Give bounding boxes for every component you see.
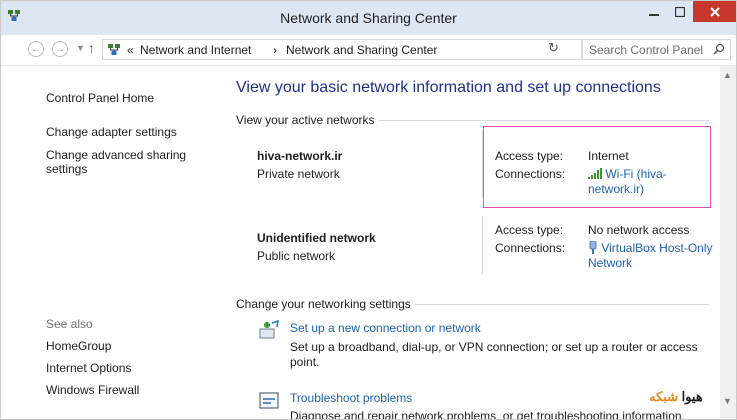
watermark-word: هیوا [681,389,703,404]
close-button[interactable] [693,1,736,22]
refresh-button[interactable]: ↻ [548,40,559,56]
close-icon [709,6,720,17]
sidebar-item-change-adapter-settings[interactable]: Change adapter settings [46,125,177,139]
setup-connection-description: Set up a broadband, dial-up, or VPN conn… [290,340,698,369]
troubleshoot-link[interactable]: Troubleshoot problems [290,391,412,405]
title-bar[interactable]: Network and Sharing Center [1,1,736,35]
breadcrumb-network-and-sharing-center[interactable]: Network and Sharing Center [286,43,437,57]
access-type-value: No network access [588,223,690,237]
column-divider [482,216,483,274]
maximize-icon [675,6,685,17]
virtualbox-connection-link[interactable]: VirtualBox Host-Only Network [588,240,713,271]
ethernet-adapter-icon [589,240,597,254]
maximize-button[interactable] [667,1,693,22]
virtualbox-connection-label-line2: Network [588,256,633,270]
content-area: Control Panel Home Change adapter settin… [1,66,736,420]
sidebar-item-homegroup[interactable]: HomeGroup [46,339,111,353]
search-placeholder: Search Control Panel [589,43,704,57]
recent-locations-button[interactable]: ▼ [76,43,85,53]
sidebar: Control Panel Home Change adapter settin… [1,66,219,419]
breadcrumb-overflow[interactable]: « [127,43,134,57]
watermark: هیوا شبکه [649,389,703,405]
refresh-icon: ↻ [548,40,559,55]
breadcrumb-separator[interactable]: › [273,43,277,57]
back-button[interactable]: ← [28,41,44,57]
highlight-box [483,126,711,208]
new-connection-icon [259,319,279,339]
breadcrumb-network-and-internet[interactable]: Network and Internet [140,43,251,57]
sidebar-item-change-advanced-sharing-settings[interactable]: Change advanced sharing settings [46,148,206,176]
minimize-button[interactable] [641,1,667,22]
sidebar-item-windows-firewall[interactable]: Windows Firewall [46,383,139,397]
vertical-scrollbar[interactable]: ▲ ▼ [720,66,736,419]
network-name: hiva-network.ir [257,149,343,163]
watermark-word-accent: شبکه [649,389,678,404]
search-icon[interactable] [713,43,725,55]
scroll-up-icon[interactable]: ▲ [723,70,732,80]
search-input[interactable]: Search Control Panel [582,39,731,60]
troubleshoot-description: Diagnose and repair network problems, or… [290,409,685,420]
navigation-bar: ← → ▼ ↑ « Network and Internet › Network… [1,35,736,66]
troubleshoot-icon [259,392,279,409]
see-also-label: See also [46,317,93,331]
network-category-link[interactable]: Private network [257,167,340,181]
forward-button[interactable]: → [52,41,68,57]
up-arrow-icon: ↑ [88,40,95,56]
window-title: Network and Sharing Center [280,10,457,26]
back-arrow-icon: ← [31,43,41,55]
scroll-down-icon[interactable]: ▼ [723,396,732,406]
setup-connection-link[interactable]: Set up a new connection or network [290,321,481,335]
connections-label: Connections: [495,241,566,255]
page-title: View your basic network information and … [236,79,661,96]
section-divider [414,304,709,305]
change-settings-label: Change your networking settings [236,297,411,311]
network-name: Unidentified network [257,231,376,245]
minimize-icon [649,13,659,16]
address-bar[interactable]: « Network and Internet › Network and Sha… [102,39,637,60]
up-button[interactable]: ↑ [88,40,95,56]
network-center-icon [108,44,120,55]
virtualbox-connection-label: VirtualBox Host-Only [601,241,713,255]
main-panel: View your basic network information and … [236,66,716,420]
forward-arrow-icon: → [55,43,65,55]
chevron-down-icon: ▼ [76,43,85,53]
sidebar-item-control-panel-home[interactable]: Control Panel Home [46,91,154,105]
active-networks-label: View your active networks [236,113,375,127]
section-divider [379,120,709,121]
network-category-link[interactable]: Public network [257,249,335,263]
window: Network and Sharing Center ← → ▼ ↑ « Net… [0,0,737,420]
access-type-label: Access type: [495,223,564,237]
sidebar-item-internet-options[interactable]: Internet Options [46,361,131,375]
